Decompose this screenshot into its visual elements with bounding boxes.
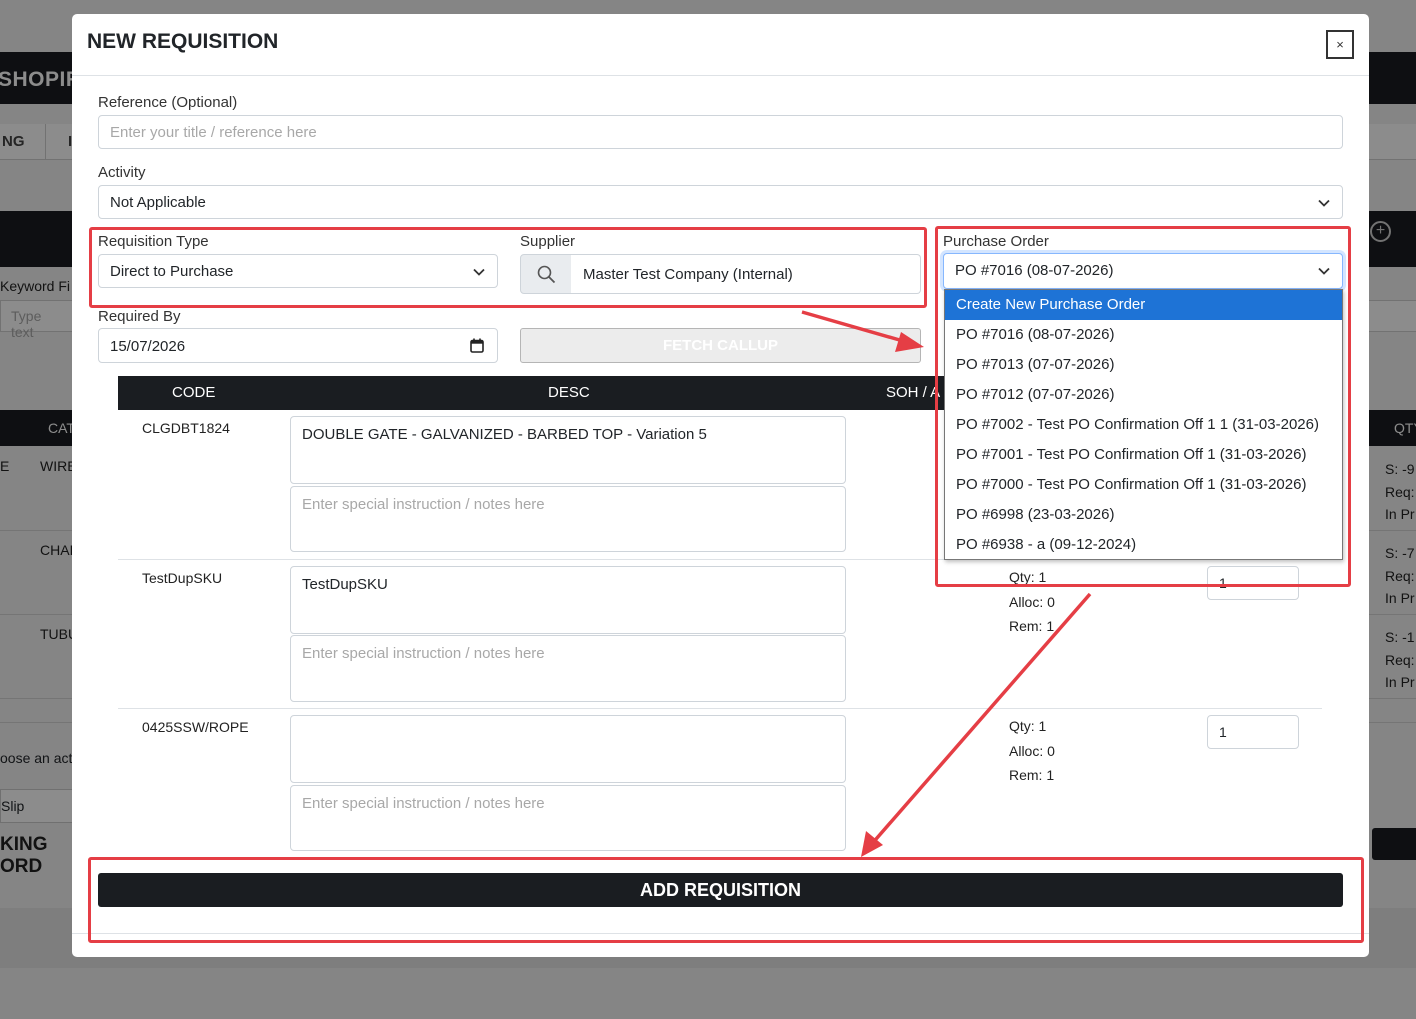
calendar-icon[interactable]	[470, 338, 484, 353]
purchase-order-value: PO #7016 (08-07-2026)	[955, 262, 1114, 279]
item-code: TestDupSKU	[142, 570, 223, 586]
close-button[interactable]: ×	[1326, 30, 1354, 59]
item-qty: Qty: 1	[1009, 718, 1047, 734]
item-quantity-input[interactable]: 1	[1207, 715, 1299, 749]
required-by-value: 15/07/2026	[110, 338, 186, 355]
po-option[interactable]: PO #7012 (07-07-2026)	[945, 380, 1342, 410]
supplier-field[interactable]: Master Test Company (Internal)	[571, 254, 921, 294]
fetch-callup-button[interactable]: FETCH CALLUP	[520, 328, 921, 363]
add-requisition-button[interactable]: ADD REQUISITION	[98, 873, 1343, 907]
requisition-type-label: Requisition Type	[98, 233, 209, 250]
activity-label: Activity	[98, 164, 146, 181]
po-option[interactable]: PO #7001 - Test PO Confirmation Off 1 (3…	[945, 440, 1342, 470]
po-option[interactable]: PO #6938 - a (09-12-2024)	[945, 530, 1342, 560]
modal-title: NEW REQUISITION	[87, 30, 279, 53]
po-option[interactable]: PO #7000 - Test PO Confirmation Off 1 (3…	[945, 470, 1342, 500]
po-option-create-new[interactable]: Create New Purchase Order	[945, 290, 1342, 320]
item-qty: Qty: 1	[1009, 569, 1047, 585]
reference-input[interactable]	[98, 115, 1343, 149]
item-allocation-stats: Qty: 1 Alloc: 0 Rem: 1	[1009, 565, 1055, 639]
item-quantity-input[interactable]: 1	[1207, 566, 1299, 600]
activity-select[interactable]: Not Applicable	[98, 185, 1343, 219]
item-alloc: Alloc: 0	[1009, 593, 1055, 610]
supplier-search-button[interactable]	[520, 254, 572, 294]
item-allocation-stats: Qty: 1 Alloc: 0 Rem: 1	[1009, 714, 1055, 788]
chevron-down-icon	[1318, 267, 1330, 275]
item-rem: Rem: 1	[1009, 618, 1055, 634]
po-option[interactable]: PO #6998 (23-03-2026)	[945, 500, 1342, 530]
item-rem: Rem: 1	[1009, 767, 1055, 783]
po-option[interactable]: PO #7013 (07-07-2026)	[945, 350, 1342, 380]
item-code: CLGDBT1824	[142, 420, 230, 436]
reference-label: Reference (Optional)	[98, 94, 238, 111]
chevron-down-icon	[473, 268, 485, 276]
col-desc: DESC	[548, 384, 590, 401]
search-icon	[537, 265, 556, 284]
item-notes-textarea[interactable]: Enter special instruction / notes here	[290, 486, 846, 552]
activity-value: Not Applicable	[110, 194, 206, 211]
chevron-down-icon	[1318, 199, 1330, 207]
item-desc-textarea[interactable]: DOUBLE GATE - GALVANIZED - BARBED TOP - …	[290, 416, 846, 484]
purchase-order-dropdown: Create New Purchase Order PO #7016 (08-0…	[944, 289, 1343, 560]
requisition-type-value: Direct to Purchase	[110, 263, 234, 280]
po-option[interactable]: PO #7002 - Test PO Confirmation Off 1 1 …	[945, 410, 1342, 440]
po-option[interactable]: PO #7016 (08-07-2026)	[945, 320, 1342, 350]
purchase-order-select[interactable]: PO #7016 (08-07-2026)	[943, 253, 1343, 289]
supplier-label: Supplier	[520, 233, 576, 250]
required-by-label: Required By	[98, 308, 181, 325]
item-desc-textarea[interactable]	[290, 715, 846, 783]
item-notes-textarea[interactable]: Enter special instruction / notes here	[290, 635, 846, 702]
requisition-type-select[interactable]: Direct to Purchase	[98, 254, 498, 288]
modal-header: NEW REQUISITION ×	[72, 14, 1369, 76]
col-code: CODE	[172, 384, 216, 401]
item-alloc: Alloc: 0	[1009, 742, 1055, 759]
required-by-date-input[interactable]: 15/07/2026	[98, 328, 498, 363]
item-notes-textarea[interactable]: Enter special instruction / notes here	[290, 785, 846, 851]
item-desc-textarea[interactable]: TestDupSKU	[290, 566, 846, 634]
item-code: 0425SSW/ROPE	[142, 719, 249, 735]
col-soh: SOH / A	[886, 384, 941, 401]
purchase-order-label: Purchase Order	[943, 233, 1049, 250]
